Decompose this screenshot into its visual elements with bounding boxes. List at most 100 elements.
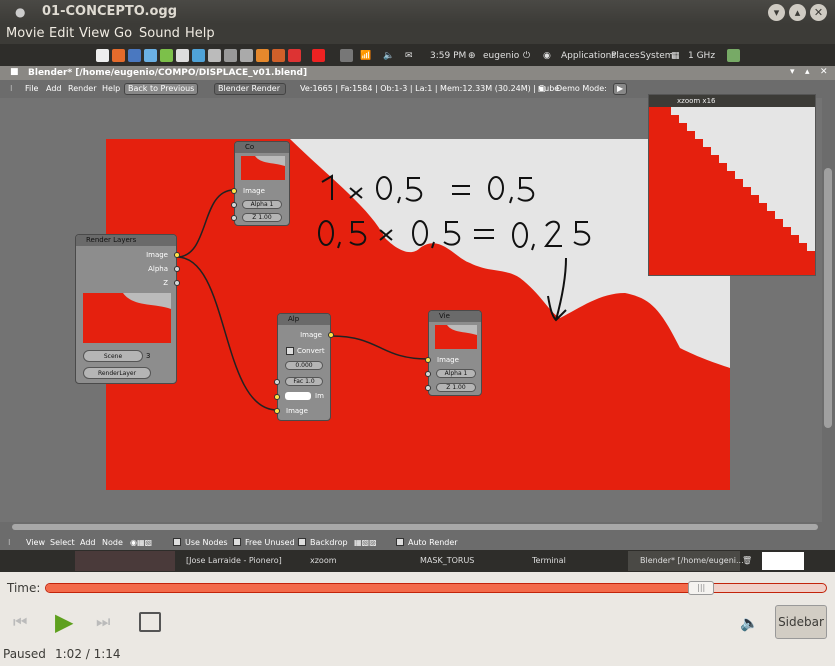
launcher-icon[interactable] — [288, 49, 301, 62]
menu-add[interactable]: Add — [80, 538, 96, 547]
renderlayer-select[interactable]: RenderLayer — [83, 367, 151, 379]
window-menu-icon[interactable]: ● — [15, 5, 25, 19]
input-alpha-socket[interactable] — [425, 371, 431, 377]
input-im-socket[interactable] — [274, 394, 280, 400]
minimize-icon[interactable]: ▾ — [768, 4, 785, 21]
launcher-icon[interactable] — [128, 49, 141, 62]
launcher-icon[interactable] — [176, 49, 189, 62]
backdrop-checkbox[interactable] — [298, 538, 306, 546]
back-to-previous-button[interactable]: Back to Previous — [124, 83, 199, 95]
convert-checkbox[interactable] — [286, 347, 294, 355]
maximize-icon[interactable]: ▴ — [789, 4, 806, 21]
menu-node[interactable]: Node — [102, 538, 123, 547]
use-nodes-checkbox[interactable] — [173, 538, 181, 546]
scene-select[interactable]: Scene — [83, 350, 143, 362]
play-icon[interactable]: ▶ — [55, 608, 73, 636]
sidebar-button[interactable]: Sidebar — [775, 605, 827, 639]
clock[interactable]: 3:59 PM — [430, 51, 466, 61]
menu-movie[interactable]: Movie — [6, 26, 44, 41]
next-icon[interactable]: ⏭ — [96, 612, 110, 632]
menu-help[interactable]: Help — [185, 26, 215, 41]
taskbar-item-blender-player[interactable] — [75, 551, 175, 571]
places-menu[interactable]: Places — [611, 51, 640, 61]
fullscreen-icon[interactable] — [139, 612, 161, 632]
blender-icon[interactable] — [256, 49, 269, 62]
launcher-icon[interactable] — [208, 49, 221, 62]
volume-icon[interactable]: 🔈 — [383, 51, 394, 61]
minimize-icon[interactable]: ▾ — [790, 67, 795, 77]
taskbar-item-blender-label[interactable]: Blender* [/home/eugeni... — [640, 556, 744, 565]
close-icon[interactable]: ✕ — [820, 67, 828, 77]
input-z-socket[interactable] — [231, 215, 237, 221]
tray-icon[interactable] — [727, 49, 740, 62]
header-menu-icon[interactable]: ⁝ — [10, 84, 13, 93]
volume-icon[interactable]: 🔈 — [740, 614, 759, 632]
menu-sound[interactable]: Sound — [139, 26, 180, 41]
input-image-socket[interactable] — [425, 357, 431, 363]
output-image-socket[interactable] — [328, 332, 334, 338]
taskbar-item-mask-torus[interactable]: MASK_TORUS — [420, 556, 474, 565]
launcher-icon[interactable] — [144, 49, 157, 62]
launcher-icon[interactable] — [312, 49, 325, 62]
applications-menu[interactable]: Applications — [561, 51, 616, 61]
wifi-icon[interactable]: 📶 — [360, 51, 371, 61]
maximize-icon[interactable]: ▴ — [805, 67, 810, 77]
demo-icon[interactable]: ▣ — [538, 84, 546, 93]
close-icon[interactable]: ✕ — [810, 4, 827, 21]
output-image-socket[interactable] — [174, 252, 180, 258]
launcher-icon[interactable] — [160, 49, 173, 62]
seek-bar[interactable]: ||| — [45, 581, 827, 595]
input-fac-socket[interactable] — [274, 379, 280, 385]
system-menu[interactable]: System — [640, 51, 674, 61]
trash-icon[interactable]: 🗑 — [742, 556, 752, 565]
ubuntu-icon[interactable]: ◉ — [543, 51, 551, 61]
composite-node[interactable]: Co Image Alpha 1 Z 1.00 — [231, 141, 290, 226]
z-field[interactable]: Z 1.00 — [242, 213, 282, 222]
launcher-icon[interactable] — [192, 49, 205, 62]
horizontal-scrollbar[interactable] — [0, 522, 822, 532]
alpha-field[interactable]: Alpha 1 — [242, 200, 282, 209]
vertical-scrollbar[interactable] — [822, 98, 835, 532]
menu-go[interactable]: Go — [114, 26, 132, 41]
taskbar-item-xzoom[interactable]: xzoom — [310, 556, 337, 565]
z-field[interactable]: Z 1.00 — [436, 383, 476, 392]
menu-render[interactable]: Render — [68, 84, 96, 93]
color-swatch[interactable] — [285, 392, 311, 400]
auto-render-checkbox[interactable] — [396, 538, 404, 546]
render-layers-node[interactable]: Render Layers Image Alpha Z Scene 3 Rend… — [75, 234, 180, 384]
output-alpha-socket[interactable] — [174, 266, 180, 272]
scroll-thumb[interactable] — [12, 524, 818, 530]
taskbar-item-music[interactable]: [Jose Larraide - Pionero] — [186, 556, 282, 565]
menu-select[interactable]: Select — [50, 538, 75, 547]
menu-view[interactable]: View — [26, 538, 45, 547]
fac-field[interactable]: Fac 1.0 — [285, 377, 323, 386]
mail-icon[interactable]: ✉ — [405, 51, 413, 61]
firefox-icon[interactable] — [112, 49, 125, 62]
header-menu-icon[interactable]: ⁝ — [8, 538, 11, 547]
window-menu-icon[interactable]: ■ — [10, 67, 19, 77]
launcher-icon[interactable] — [240, 49, 253, 62]
menu-add[interactable]: Add — [46, 84, 62, 93]
free-unused-checkbox[interactable] — [233, 538, 241, 546]
launcher-icon[interactable] — [272, 49, 285, 62]
launcher-icon[interactable] — [96, 49, 109, 62]
launcher-icon[interactable] — [224, 49, 237, 62]
tray-icon[interactable] — [340, 49, 353, 62]
user-name[interactable]: eugenio — [483, 51, 519, 61]
menu-help[interactable]: Help — [102, 84, 120, 93]
menu-view[interactable]: View — [79, 26, 110, 41]
power-icon[interactable]: ⏻ — [523, 51, 530, 61]
play-icon[interactable]: ▶ — [613, 83, 628, 95]
viewer-node[interactable]: Vie Image Alpha 1 Z 1.00 — [425, 310, 482, 396]
menu-edit[interactable]: Edit — [49, 26, 74, 41]
menu-file[interactable]: File — [25, 84, 38, 93]
xzoom-window[interactable]: xzoom x16 — [648, 94, 816, 276]
node-type-icons[interactable]: ◉▦▧ — [130, 538, 152, 547]
render-engine-select[interactable]: Blender Render — [214, 83, 286, 95]
alpha-over-node[interactable]: Alp Image Convert 0.000 Fac 1.0 Im Image — [274, 313, 334, 421]
scroll-thumb[interactable] — [824, 168, 832, 428]
input-image-socket[interactable] — [274, 408, 280, 414]
backdrop-channel-icons[interactable]: ▦▧▨ — [354, 538, 377, 547]
previous-icon[interactable]: ⏮ — [13, 612, 27, 632]
input-z-socket[interactable] — [425, 385, 431, 391]
